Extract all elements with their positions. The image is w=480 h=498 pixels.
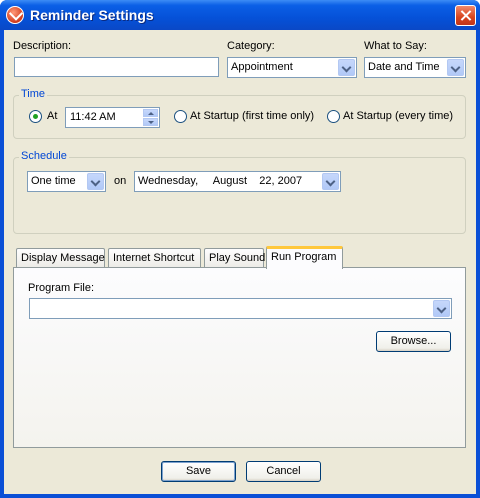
title-bar[interactable]: Reminder Settings — [0, 0, 480, 30]
tab-internet-shortcut[interactable]: Internet Shortcut — [108, 248, 201, 268]
tab-display-message[interactable]: Display Message — [16, 248, 105, 268]
what-to-say-select[interactable]: Date and Time — [364, 57, 466, 78]
time-group-title: Time — [19, 88, 48, 100]
chevron-down-icon[interactable] — [322, 173, 339, 190]
description-input[interactable] — [14, 57, 219, 77]
dialog-body: Description: Category: What to Say: Appo… — [4, 30, 476, 494]
tab-play-sound[interactable]: Play Sound — [204, 248, 265, 268]
at-label: At — [47, 110, 58, 122]
category-label: Category: — [227, 40, 275, 52]
reminder-settings-window: Reminder Settings Description: Category:… — [0, 0, 480, 498]
time-value: 11:42 AM — [70, 111, 116, 123]
program-file-label: Program File: — [28, 282, 95, 294]
at-time-radio[interactable] — [29, 110, 42, 123]
program-file-select[interactable] — [29, 298, 452, 319]
frequency-select[interactable]: One time — [27, 171, 106, 192]
date-picker[interactable]: Wednesday, August 22, 2007 — [134, 171, 341, 192]
window-title: Reminder Settings — [30, 7, 154, 23]
description-label: Description: — [13, 40, 72, 52]
startup-first-radio[interactable] — [174, 110, 187, 123]
category-value: Appointment — [231, 61, 293, 73]
chevron-down-icon[interactable] — [433, 300, 450, 317]
run-program-panel: Program File: Browse... — [13, 267, 466, 448]
what-to-say-label: What to Say: — [364, 40, 427, 52]
app-check-icon — [6, 6, 24, 24]
tab-run-program[interactable]: Run Program — [266, 246, 343, 269]
startup-first-label: At Startup (first time only) — [190, 110, 315, 122]
startup-every-radio[interactable] — [327, 110, 340, 123]
spin-up-icon[interactable] — [143, 109, 158, 117]
on-label: on — [114, 175, 127, 187]
date-value: Wednesday, August 22, 2007 — [138, 175, 303, 187]
time-spin-buttons[interactable] — [143, 109, 158, 126]
category-select[interactable]: Appointment — [227, 57, 357, 78]
spin-down-icon[interactable] — [143, 118, 158, 126]
frequency-value: One time — [31, 175, 76, 187]
time-spinner[interactable]: 11:42 AM — [65, 107, 160, 128]
browse-button[interactable]: Browse... — [376, 331, 451, 352]
chevron-down-icon[interactable] — [338, 59, 355, 76]
schedule-group: Schedule One time on Wednesday, August 2… — [13, 150, 466, 234]
schedule-group-title: Schedule — [19, 150, 69, 162]
startup-every-label: At Startup (every time) — [343, 110, 454, 122]
close-button[interactable] — [455, 5, 476, 26]
chevron-down-icon[interactable] — [447, 59, 464, 76]
save-button[interactable]: Save — [161, 461, 236, 482]
what-to-say-value: Date and Time — [368, 61, 440, 73]
cancel-button[interactable]: Cancel — [246, 461, 321, 482]
time-group: Time At 11:42 AM At Startup (first time … — [13, 88, 466, 139]
chevron-down-icon[interactable] — [87, 173, 104, 190]
